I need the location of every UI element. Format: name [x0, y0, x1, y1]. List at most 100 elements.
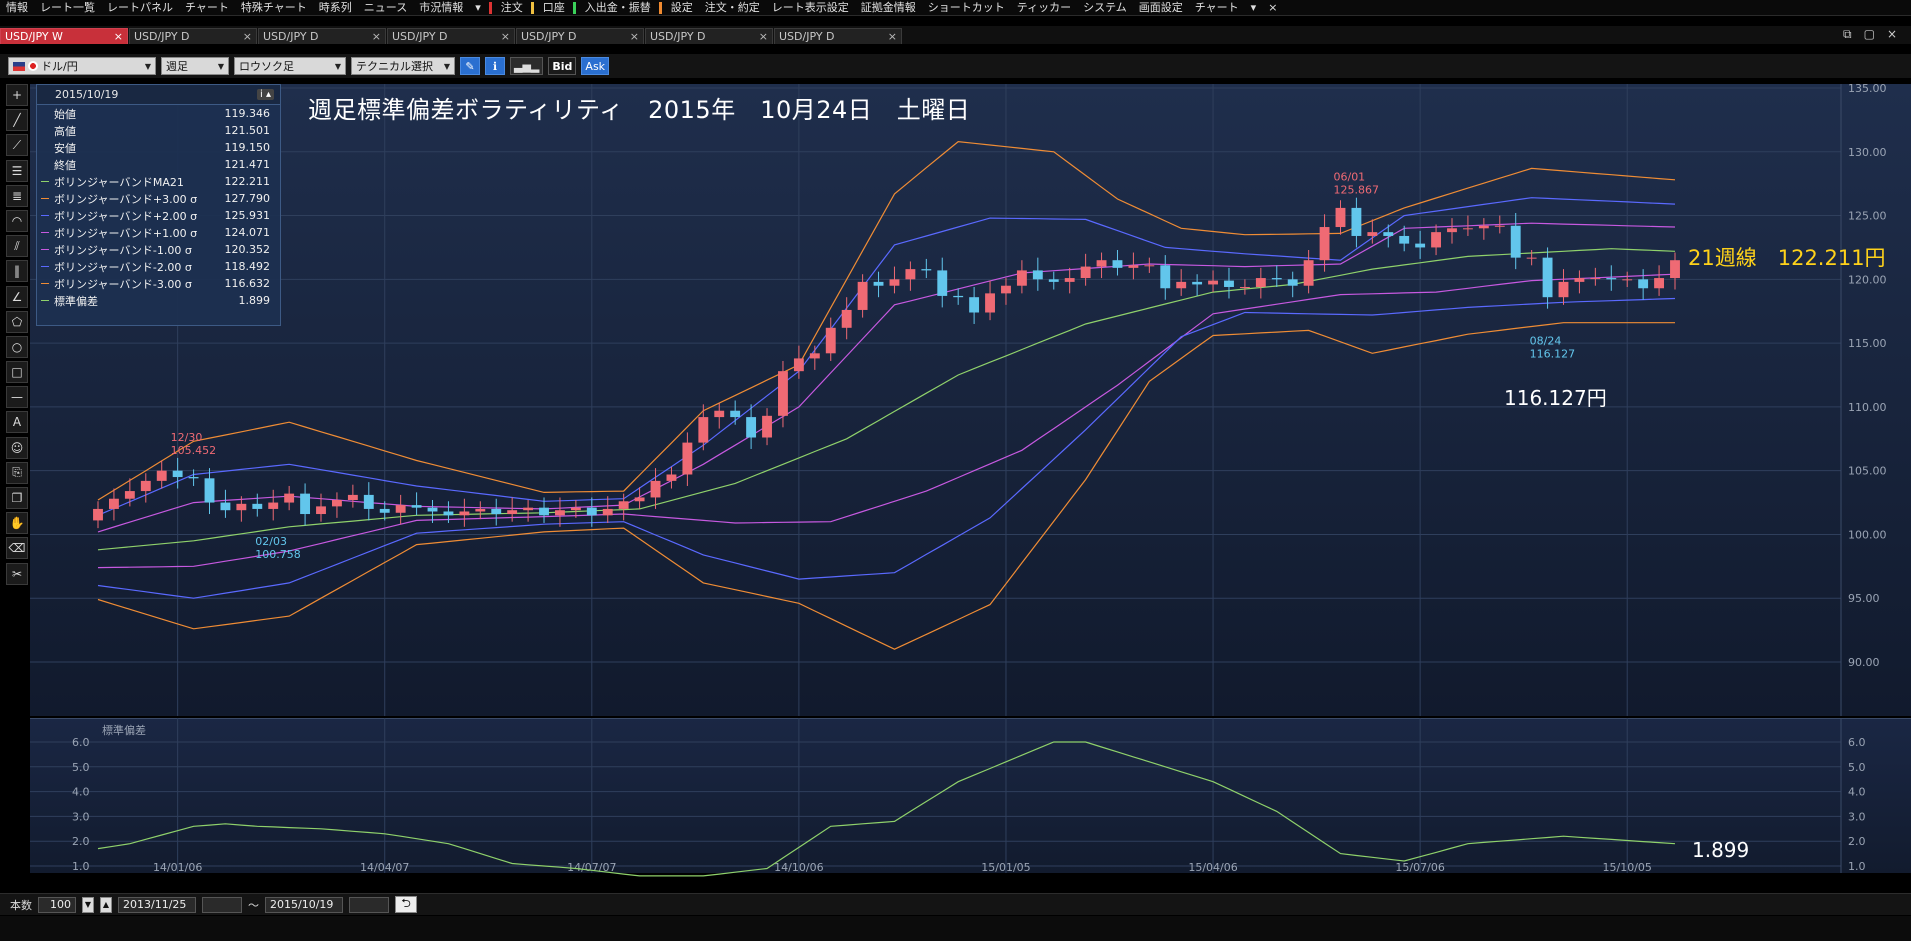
tab-chart[interactable]: USD/JPY D × [129, 28, 257, 44]
info-button[interactable]: ℹ [485, 57, 505, 75]
candle-body [1335, 207, 1346, 228]
menu-item[interactable]: 市況情報 [413, 0, 469, 15]
tab-close-icon[interactable]: × [372, 30, 381, 43]
technical-select[interactable]: テクニカル選択 ▼ [351, 57, 455, 75]
to-date-input[interactable]: 2015/10/19 [265, 896, 343, 913]
paste-tool[interactable]: ❐ [6, 487, 28, 509]
ask-button[interactable]: Ask [581, 57, 610, 75]
vline-tool[interactable]: ‖ [6, 260, 28, 283]
series-swatch [41, 147, 49, 148]
sub-y-tick-label: 1.0 [1848, 860, 1866, 873]
tab-chart[interactable]: USD/JPY D × [774, 28, 902, 44]
rectangle-tool[interactable]: □ [6, 361, 28, 384]
period-select[interactable]: 週足 ▼ [161, 57, 229, 75]
candle-body [1383, 232, 1394, 236]
draw-pen-button[interactable]: ✎ [460, 57, 480, 75]
pentagon-tool[interactable]: ⬠ [6, 310, 28, 333]
stddev-chart[interactable]: 6.0 6.0 5.0 5.0 4.0 4.0 3.0 3.0 2.0 2.0 1.0 1.0 14/0… [30, 718, 1911, 893]
tab-close-icon[interactable]: × [501, 30, 510, 43]
menu-item[interactable]: ニュース [358, 0, 413, 15]
crosshair-tool[interactable]: + [6, 84, 28, 106]
currency-pair-select[interactable]: ドル/円 ▼ [8, 57, 156, 75]
menu-item[interactable]: チャート [179, 0, 235, 15]
candle-body [746, 417, 757, 438]
menu-item[interactable]: 特殊チャート [235, 0, 313, 15]
circle-tool[interactable]: ○ [6, 335, 28, 358]
menu-item[interactable]: 口座 [537, 0, 571, 15]
menu-item[interactable]: レートパネル [101, 0, 179, 15]
emoji-tool[interactable]: ☺ [6, 436, 28, 459]
menu-item[interactable]: レート一覧 [34, 0, 101, 15]
chart-type-select[interactable]: ロウソク足 ▼ [234, 57, 346, 75]
hand-tool[interactable]: ✋ [6, 512, 28, 535]
count-down-button[interactable]: ▼ [82, 896, 94, 913]
menu-item[interactable]: 情報 [0, 0, 34, 15]
from-time-input[interactable] [202, 896, 242, 913]
close-icon[interactable]: × [1887, 27, 1897, 42]
eraser-tool[interactable]: ⌫ [6, 537, 28, 560]
subchart-background [30, 718, 1911, 873]
menu-item[interactable]: システム [1077, 0, 1133, 15]
channel-tool[interactable]: ⫽ [6, 235, 28, 258]
pen-icon: ✎ [465, 59, 475, 73]
tab-chart[interactable]: USD/JPY W × [0, 28, 128, 44]
restore-icon[interactable]: ⧉ [1843, 27, 1852, 42]
y-tick-label: 120.00 [1848, 273, 1887, 286]
menu-item[interactable]: × [1262, 0, 1283, 15]
tab-chart[interactable]: USD/JPY D × [387, 28, 515, 44]
menu-item[interactable]: ショートカット [922, 0, 1011, 15]
tab-chart[interactable]: USD/JPY D × [645, 28, 773, 44]
bid-button[interactable]: Bid [548, 57, 577, 75]
menu-item[interactable]: 設定 [665, 0, 699, 15]
menu-item[interactable]: 時系列 [313, 0, 358, 15]
fan-tool[interactable]: ∠ [6, 285, 28, 308]
from-date-input[interactable]: 2013/11/25 [118, 896, 196, 913]
text-tool[interactable]: A [6, 411, 28, 434]
info-row-label: ボリンジャーバンド+2.00 σ [54, 209, 198, 223]
count-input[interactable]: 100 [38, 896, 76, 913]
collapse-info-button[interactable]: i ▴ [257, 89, 274, 100]
count-up-button[interactable]: ▲ [100, 896, 112, 913]
tab-chart[interactable]: USD/JPY D × [258, 28, 386, 44]
tab-label: USD/JPY D [134, 30, 190, 43]
chart-style-button[interactable]: ▃▅▂ [510, 57, 544, 75]
ruler-tool[interactable]: ⟋ [6, 134, 28, 157]
maximize-icon[interactable]: ▢ [1864, 27, 1875, 42]
trendline-tool[interactable]: ╱ [6, 109, 28, 132]
tab-chart[interactable]: USD/JPY D × [516, 28, 644, 44]
menu-item[interactable]: 入出金・振替 [579, 0, 657, 15]
tab-close-icon[interactable]: × [888, 30, 897, 43]
copy-tool[interactable]: ⎘ [6, 461, 28, 484]
to-time-input[interactable] [349, 896, 389, 913]
menu-item[interactable]: ▾ [469, 0, 487, 15]
menu-item[interactable]: ▾ [1245, 0, 1263, 15]
tab-close-icon[interactable]: × [630, 30, 639, 43]
menu-item[interactable]: 注文 [495, 0, 529, 15]
arc-tool[interactable]: ◠ [6, 209, 28, 232]
info-rows: 始値 119.346 高値 121.501 安値 119.150 終値 121.471 ボリンジ… [37, 105, 280, 309]
menu-item[interactable]: チャート [1189, 0, 1245, 15]
hline-tool[interactable]: ☰ [6, 159, 28, 182]
menu-item[interactable]: 証拠金情報 [855, 0, 922, 15]
delete-all-tool[interactable]: ✂ [6, 562, 28, 585]
tab-close-icon[interactable]: × [243, 30, 252, 43]
reset-range-button[interactable]: ⮌ [395, 896, 417, 913]
extreme-date-label: 08/24 [1530, 335, 1562, 348]
tab-bar: USD/JPY W × USD/JPY D × USD/JPY D × USD/JPY D ×… [0, 26, 1911, 44]
candle-body [586, 507, 597, 516]
price-chart[interactable]: 135.00 130.00 125.00 120.00 115.00 110.00 105.… [30, 84, 1911, 716]
arc-icon: ◠ [11, 213, 23, 228]
menu-item[interactable]: 画面設定 [1133, 0, 1189, 15]
info-row-label: ボリンジャーバンド-3.00 σ [54, 277, 192, 291]
candle-body [156, 470, 167, 481]
tab-close-icon[interactable]: × [759, 30, 768, 43]
menu-item[interactable]: レート表示設定 [766, 0, 855, 15]
y-tick-label: 110.00 [1848, 401, 1887, 414]
tab-close-icon[interactable]: × [114, 30, 123, 43]
line-tool[interactable]: — [6, 386, 28, 409]
x-tick-label: 15/10/05 [1603, 861, 1652, 874]
info-row: 標準偏差 1.899 [37, 292, 280, 309]
menu-item[interactable]: ティッカー [1011, 0, 1077, 15]
fibonacci-tool[interactable]: ≣ [6, 184, 28, 207]
menu-item[interactable]: 注文・約定 [699, 0, 766, 15]
